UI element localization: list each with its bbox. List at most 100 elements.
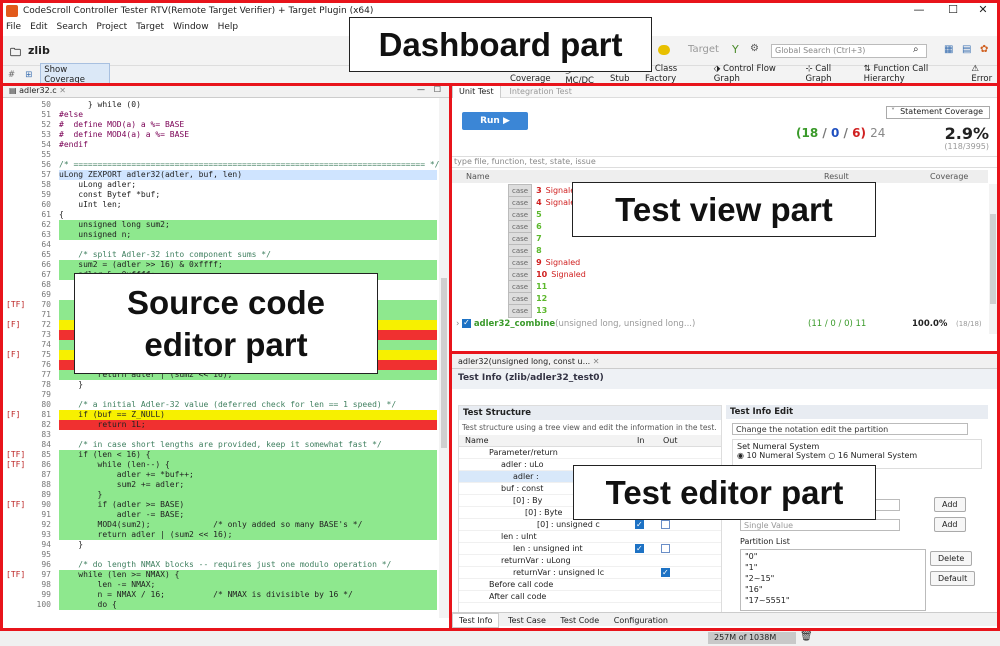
test-case-row[interactable]: case 10 Signaled: [508, 268, 808, 282]
structure-row[interactable]: [0] : unsigned c: [459, 519, 721, 531]
partition-list[interactable]: "0" "1" "2~15" "16" "17~5551": [740, 549, 926, 611]
global-search-input[interactable]: Global Search (Ctrl+3): [771, 44, 927, 58]
close-tab-icon[interactable]: ✕: [593, 357, 600, 366]
code-line[interactable]: 89 }: [3, 490, 449, 500]
test-case-row[interactable]: case 12: [508, 292, 808, 306]
structure-row[interactable]: returnVar : uLong: [459, 555, 721, 567]
structure-row[interactable]: returnVar : unsigned lc: [459, 567, 721, 579]
col-coverage[interactable]: Coverage: [930, 172, 968, 181]
structure-row[interactable]: Before call code: [459, 579, 721, 591]
code-line[interactable]: 55: [3, 150, 449, 160]
close-tab-icon[interactable]: ✕: [59, 86, 66, 95]
code-line[interactable]: 87 adler += *buf++;: [3, 470, 449, 480]
menu-window[interactable]: Window: [173, 22, 209, 36]
test-case-row[interactable]: case 8: [508, 244, 808, 258]
code-line[interactable]: [F] 81 if (buf == Z_NULL): [3, 410, 449, 420]
perspective-icon[interactable]: ▦: [944, 44, 953, 55]
code-line[interactable]: 96 /* do length NMAX blocks -- requires …: [3, 560, 449, 570]
code-line[interactable]: 63 unsigned n;: [3, 230, 449, 240]
code-line[interactable]: 53 # define MOD4(a) a %= BASE: [3, 130, 449, 140]
vertical-scrollbar[interactable]: [439, 98, 449, 618]
test-case-row[interactable]: case 9 Signaled: [508, 256, 808, 270]
code-line[interactable]: 58 uLong adler;: [3, 180, 449, 190]
search-icon[interactable]: ⌕: [913, 44, 919, 55]
code-line[interactable]: 84 /* in case short lengths are provided…: [3, 440, 449, 450]
menu-target[interactable]: Target: [136, 22, 164, 36]
editor-tab[interactable]: ▤ adler32.c ✕ — ☐: [3, 84, 449, 98]
menu-edit[interactable]: Edit: [30, 22, 47, 36]
code-line[interactable]: 93 return adler | (sum2 << 16);: [3, 530, 449, 540]
code-line[interactable]: 64: [3, 240, 449, 250]
tab-configuration[interactable]: Configuration: [608, 614, 674, 627]
close-button[interactable]: ✕: [968, 3, 998, 16]
out-checkbox[interactable]: [661, 567, 670, 579]
test-editor-tab[interactable]: adler32(unsigned long, const u... ✕: [452, 355, 997, 369]
hash-icon[interactable]: #: [8, 70, 15, 80]
show-coverage-toggle[interactable]: Show Coverage: [40, 62, 110, 87]
code-line[interactable]: 95: [3, 550, 449, 560]
target-settings-icon[interactable]: ⚙: [750, 43, 759, 54]
plugin-icon[interactable]: ✿: [980, 44, 988, 55]
delete-button[interactable]: Delete: [930, 551, 973, 566]
code-line[interactable]: 57 uLong ZEXPORT adler32(adler, buf, len): [3, 170, 449, 180]
code-line[interactable]: 91 adler -= BASE;: [3, 510, 449, 520]
tab-test-code[interactable]: Test Code: [554, 614, 605, 627]
code-line[interactable]: 54 #endif: [3, 140, 449, 150]
minimize-button[interactable]: —: [904, 3, 934, 16]
error-tool[interactable]: ⚠ Error: [971, 64, 1000, 86]
code-line[interactable]: 62 unsigned long sum2;: [3, 220, 449, 230]
partition-item[interactable]: "2~15": [745, 574, 921, 585]
testview-scrollbar[interactable]: [989, 184, 997, 334]
code-line[interactable]: 52 # define MOD(a) a %= BASE: [3, 120, 449, 130]
code-line[interactable]: 100 do {: [3, 600, 449, 610]
test-case-row[interactable]: case 11: [508, 280, 808, 294]
add-range-button[interactable]: Add: [934, 497, 966, 512]
partition-item[interactable]: "1": [745, 563, 921, 574]
structure-row[interactable]: After call code: [459, 591, 721, 603]
function-row[interactable]: › adler32_combine(unsigned long, unsigne…: [456, 318, 986, 332]
code-line[interactable]: 60 uInt len;: [3, 200, 449, 210]
code-line[interactable]: 78 }: [3, 380, 449, 390]
radio-16[interactable]: ○: [828, 451, 835, 460]
function-checkbox[interactable]: [462, 318, 472, 328]
code-line[interactable]: 66 sum2 = (adler >> 16) & 0xffff;: [3, 260, 449, 270]
single-value-input[interactable]: Single Value: [740, 519, 900, 531]
code-line[interactable]: 59 const Bytef *buf;: [3, 190, 449, 200]
code-line[interactable]: 56 /* ===================================…: [3, 160, 449, 170]
tab-test-case[interactable]: Test Case: [502, 614, 552, 627]
call-graph-tool[interactable]: ⊹ Call Graph: [805, 64, 855, 86]
menu-help[interactable]: Help: [218, 22, 239, 36]
layout-icon[interactable]: ▤: [962, 44, 971, 55]
code-line[interactable]: [TF] 86 while (len--) {: [3, 460, 449, 470]
menu-search[interactable]: Search: [57, 22, 88, 36]
connect-icon[interactable]: Y: [732, 43, 739, 56]
code-line[interactable]: 80 /* a initial Adler-32 value (deferred…: [3, 400, 449, 410]
code-line[interactable]: 51 #else: [3, 110, 449, 120]
code-line[interactable]: [TF] 85 if (len < 16) {: [3, 450, 449, 460]
tab-integration-test[interactable]: Integration Test: [503, 85, 577, 98]
menu-file[interactable]: File: [6, 22, 21, 36]
add-single-button[interactable]: Add: [934, 517, 966, 532]
tab-test-info[interactable]: Test Info: [452, 613, 500, 628]
minimize-view-icon[interactable]: —: [417, 85, 425, 94]
structure-row[interactable]: Parameter/return: [459, 447, 721, 459]
run-button[interactable]: Run ▶: [462, 112, 528, 130]
col-result[interactable]: Result: [824, 172, 849, 181]
code-line[interactable]: 98 len -= NMAX;: [3, 580, 449, 590]
code-line[interactable]: 61 {: [3, 210, 449, 220]
maximize-view-icon[interactable]: ☐: [434, 85, 441, 94]
tab-unit-test[interactable]: Unit Test: [452, 84, 501, 98]
tree-icon[interactable]: ⊞: [25, 70, 32, 80]
in-checkbox[interactable]: [635, 519, 644, 531]
col-name[interactable]: Name: [466, 172, 490, 181]
menu-project[interactable]: Project: [96, 22, 127, 36]
code-line[interactable]: 65 /* split Adler-32 into component sums…: [3, 250, 449, 260]
maximize-button[interactable]: ☐: [938, 3, 968, 16]
code-line[interactable]: [TF] 97 while (len >= NMAX) {: [3, 570, 449, 580]
code-line[interactable]: 83: [3, 430, 449, 440]
default-button[interactable]: Default: [930, 571, 976, 586]
partition-item[interactable]: "16": [745, 585, 921, 596]
code-line[interactable]: 50 } while (0): [3, 100, 449, 110]
cfg-tool[interactable]: ⬗ Control Flow Graph: [714, 64, 798, 86]
partition-item[interactable]: "17~5551": [745, 596, 921, 607]
